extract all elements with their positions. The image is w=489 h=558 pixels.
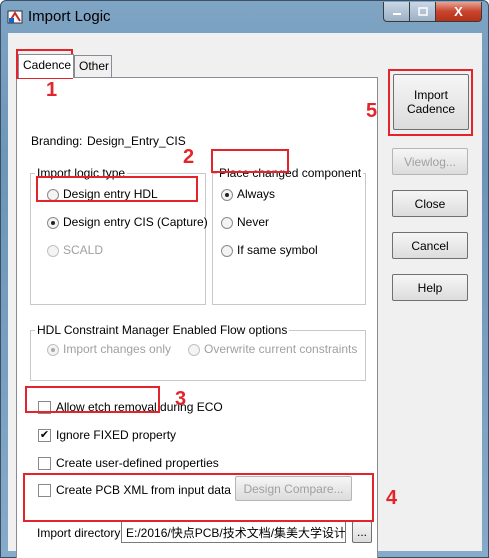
minimize-icon xyxy=(392,12,401,15)
ignore-fixed-label: Ignore FIXED property xyxy=(56,428,177,442)
branding-label: Branding: xyxy=(31,134,83,148)
checkmark-icon: ✔ xyxy=(39,429,50,441)
tab-other[interactable]: Other xyxy=(74,55,112,77)
tab-other-label: Other xyxy=(79,59,110,73)
annotation-box-5 xyxy=(388,69,473,136)
import-logic-window: Import Logic X Cadence Other Branding: D… xyxy=(0,0,489,558)
maximize-button[interactable] xyxy=(410,2,436,22)
radio-import-changes-only[interactable] xyxy=(47,344,59,356)
if-same-symbol-label: If same symbol xyxy=(237,243,318,257)
browse-icon: ... xyxy=(356,525,367,539)
radio-scald[interactable] xyxy=(47,245,59,257)
always-label: Always xyxy=(237,187,276,201)
title-bar: Import Logic X xyxy=(1,1,488,33)
radio-overwrite-constraints[interactable] xyxy=(188,344,200,356)
import-directory-label: Import directory: xyxy=(37,526,124,540)
scald-label: SCALD xyxy=(63,243,104,257)
tab-cadence[interactable]: Cadence xyxy=(18,54,74,78)
import-changes-only-label: Import changes only xyxy=(63,342,172,356)
user-defined-props-label: Create user-defined properties xyxy=(56,456,219,470)
viewlog-label: Viewlog... xyxy=(404,154,456,169)
dialog-client: Cadence Other Branding: Design_Entry_CIS… xyxy=(8,33,482,558)
place-changed-group: Place changed component Always Never If … xyxy=(212,166,366,305)
radio-design-entry-cis[interactable] xyxy=(47,217,59,229)
annotation-box-2b xyxy=(211,149,289,173)
radio-always[interactable] xyxy=(221,189,233,201)
annotation-number-1: 1 xyxy=(46,79,58,101)
annotation-number-3: 3 xyxy=(175,388,187,410)
overwrite-constraints-label: Overwrite current constraints xyxy=(204,342,358,356)
branding-value: Design_Entry_CIS xyxy=(87,134,186,148)
browse-button[interactable]: ... xyxy=(352,521,372,543)
app-icon xyxy=(7,10,23,24)
close-button[interactable]: Close xyxy=(392,190,468,217)
checkbox-user-defined-props[interactable] xyxy=(38,457,51,470)
hdl-constraint-title: HDL Constraint Manager Enabled Flow opti… xyxy=(35,323,290,337)
annotation-box-4 xyxy=(23,473,374,522)
annotation-box-2a xyxy=(36,176,198,202)
checkbox-ignore-fixed[interactable]: ✔ xyxy=(38,429,51,442)
help-label: Help xyxy=(417,280,443,295)
annotation-number-2: 2 xyxy=(183,146,195,168)
hdl-constraint-group: HDL Constraint Manager Enabled Flow opti… xyxy=(30,323,366,381)
maximize-icon xyxy=(417,6,428,16)
minimize-button[interactable] xyxy=(383,2,410,22)
caption-buttons: X xyxy=(383,2,482,22)
close-icon: X xyxy=(454,4,463,19)
annotation-box-3 xyxy=(25,386,160,413)
help-button[interactable]: Help xyxy=(392,274,468,301)
import-directory-value: E:/2016/快点PCB/技术文档/集美大学设计 xyxy=(126,526,346,540)
close-label: Close xyxy=(414,196,446,211)
viewlog-button[interactable]: Viewlog... xyxy=(392,148,468,175)
annotation-number-5: 5 xyxy=(366,100,378,122)
radio-if-same-symbol[interactable] xyxy=(221,245,233,257)
window-title: Import Logic xyxy=(28,8,111,25)
close-window-button[interactable]: X xyxy=(436,2,482,22)
design-entry-cis-label: Design entry CIS (Capture) xyxy=(63,215,208,229)
cancel-button[interactable]: Cancel xyxy=(392,232,468,259)
import-directory-input[interactable]: E:/2016/快点PCB/技术文档/集美大学设计 xyxy=(121,521,346,543)
tab-cadence-label: Cadence xyxy=(23,58,72,72)
radio-never[interactable] xyxy=(221,217,233,229)
annotation-number-4: 4 xyxy=(386,487,398,509)
cancel-label: Cancel xyxy=(411,238,449,253)
never-label: Never xyxy=(237,215,270,229)
